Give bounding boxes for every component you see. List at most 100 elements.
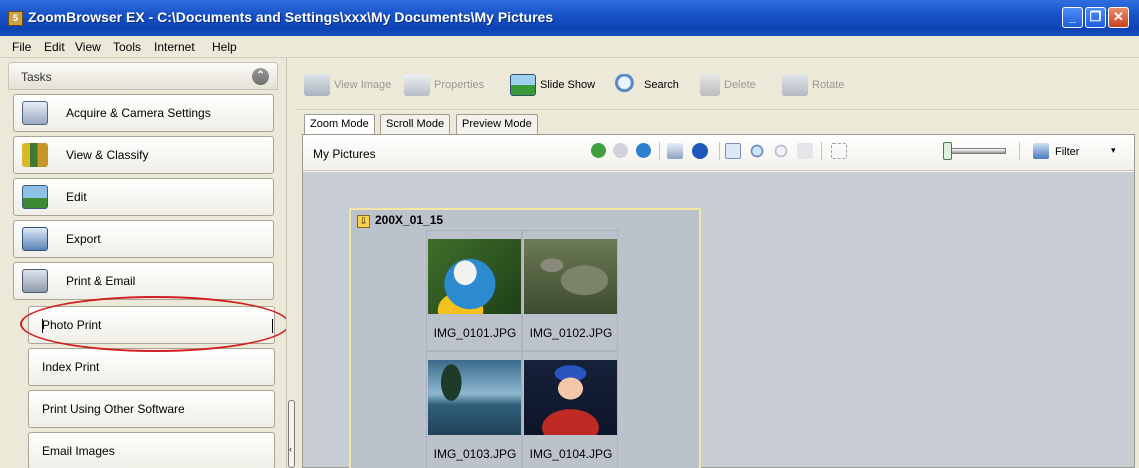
pan-hand-icon[interactable] [797, 143, 813, 159]
current-folder-label: My Pictures [313, 147, 376, 161]
trash-icon [700, 74, 720, 96]
minimize-button[interactable]: _ [1062, 7, 1083, 28]
path-bar: My Pictures Filter ▾ [303, 135, 1134, 171]
subtask-label: Print Using Other Software [42, 402, 185, 416]
selection-marker-right [272, 319, 273, 333]
task-view-classify[interactable]: View & Classify [13, 136, 274, 174]
filter-icon[interactable] [1033, 143, 1049, 159]
camera-icon [22, 101, 48, 125]
thumbnail-filename: IMG_0104.JPG [529, 447, 613, 461]
rotate-button[interactable]: Rotate [782, 72, 844, 98]
search-label: Search [644, 79, 679, 91]
rotate-label: Rotate [812, 79, 845, 91]
menu-internet[interactable]: Internet [154, 40, 195, 54]
collapse-arrow-icon[interactable]: ‹ [289, 444, 292, 454]
subtask-email-images[interactable]: Email Images [28, 432, 275, 468]
splitter-handle[interactable] [288, 400, 295, 468]
view-image-button[interactable]: View Image [304, 72, 391, 98]
search-icon [614, 74, 640, 96]
menu-bar: File Edit View Tools Internet Help [0, 36, 1139, 58]
menu-edit[interactable]: Edit [44, 40, 65, 54]
slide-show-icon [510, 74, 536, 96]
up-folder-icon[interactable] [636, 143, 651, 158]
task-export[interactable]: Export [13, 220, 274, 258]
edit-picture-icon [22, 185, 48, 209]
delete-label: Delete [724, 79, 756, 91]
tab-preview-mode[interactable]: Preview Mode [456, 114, 538, 134]
group-expand-icon[interactable]: ⇩ [357, 215, 370, 228]
info-icon[interactable] [692, 143, 708, 159]
back-icon[interactable] [591, 143, 606, 158]
tab-zoom-mode[interactable]: Zoom Mode [304, 114, 375, 135]
thumbnail-area: ⇩ 200X_01_15 IMG_0101.JPG IMG_0102.JPG I… [303, 172, 1134, 468]
slide-show-label: Slide Show [540, 79, 596, 91]
separator [659, 142, 660, 160]
close-button[interactable]: ✕ [1108, 7, 1129, 28]
child-photo [524, 360, 617, 435]
delete-button[interactable]: Delete [700, 72, 756, 98]
view-image-label: View Image [334, 79, 392, 91]
subtask-index-print[interactable]: Index Print [28, 348, 275, 386]
display-options-icon[interactable] [667, 143, 683, 159]
forward-icon[interactable] [613, 143, 628, 158]
selection-marker-left [42, 319, 43, 333]
zoom-slider-thumb[interactable] [943, 142, 952, 160]
select-pointer-icon[interactable] [725, 143, 741, 159]
group-title: 200X_01_15 [375, 213, 444, 227]
export-icon [22, 227, 48, 251]
seascape-photo [428, 360, 521, 435]
task-label: View & Classify [66, 148, 149, 162]
menu-help[interactable]: Help [212, 40, 237, 54]
collapse-icon[interactable]: ⌃ [252, 68, 269, 85]
task-print-email[interactable]: Print & Email [13, 262, 274, 300]
menu-tools[interactable]: Tools [113, 40, 141, 54]
separator [1019, 142, 1020, 160]
app-icon: 5 [8, 11, 23, 26]
menu-file[interactable]: File [12, 40, 31, 54]
properties-button[interactable]: Properties [404, 72, 484, 98]
highlight-ellipse [20, 296, 290, 352]
thumbnail-filename: IMG_0101.JPG [433, 326, 517, 340]
chevron-down-icon[interactable]: ▾ [1111, 145, 1116, 156]
thumbnail-filename: IMG_0102.JPG [529, 326, 613, 340]
rotate-icon [782, 74, 808, 96]
maximize-button[interactable]: ❐ [1085, 7, 1106, 28]
task-label: Export [66, 232, 101, 246]
subtask-label: Email Images [42, 444, 115, 458]
task-label: Acquire & Camera Settings [66, 106, 211, 120]
tasks-panel: Tasks ⌃ Acquire & Camera Settings View &… [0, 58, 286, 468]
fit-to-window-icon[interactable] [831, 143, 847, 159]
task-label: Print & Email [66, 274, 136, 288]
separator [719, 142, 720, 160]
printer-icon [22, 269, 48, 293]
window-title: ZoomBrowser EX - C:\Documents and Settin… [28, 9, 554, 25]
tasks-header: Tasks ⌃ [8, 62, 278, 90]
thumbnail-item[interactable]: IMG_0101.JPG [426, 230, 522, 351]
properties-icon [404, 74, 430, 96]
subtask-label: Index Print [42, 360, 100, 374]
task-acquire-camera-settings[interactable]: Acquire & Camera Settings [13, 94, 274, 132]
zoom-out-icon[interactable] [773, 143, 789, 159]
properties-label: Properties [434, 79, 485, 91]
thumbnail-item[interactable]: IMG_0103.JPG [426, 351, 522, 468]
title-bar: 5 ZoomBrowser EX - C:\Documents and Sett… [0, 0, 1139, 36]
search-button[interactable]: Search [614, 72, 679, 98]
menu-view[interactable]: View [75, 40, 101, 54]
thumbnail-item[interactable]: IMG_0102.JPG [522, 230, 618, 351]
view-image-icon [304, 74, 330, 96]
thumbnail-item[interactable]: IMG_0104.JPG [522, 351, 618, 468]
thumbnail-filename: IMG_0103.JPG [433, 447, 517, 461]
task-edit[interactable]: Edit [13, 178, 274, 216]
filter-label[interactable]: Filter [1055, 146, 1079, 158]
subtask-print-other-software[interactable]: Print Using Other Software [28, 390, 275, 428]
tasks-title: Tasks [21, 70, 52, 84]
zoom-slider-track[interactable] [946, 148, 1006, 154]
books-icon [22, 143, 48, 167]
slide-show-button[interactable]: Slide Show [510, 72, 595, 98]
content-pane: My Pictures Filter ▾ ⇩ 200X_01_15 IMG_01… [302, 134, 1135, 468]
tortoise-photo [524, 239, 617, 314]
separator [821, 142, 822, 160]
tab-scroll-mode[interactable]: Scroll Mode [380, 114, 451, 134]
zoom-in-icon[interactable] [749, 143, 765, 159]
date-group: ⇩ 200X_01_15 IMG_0101.JPG IMG_0102.JPG I… [349, 208, 701, 468]
